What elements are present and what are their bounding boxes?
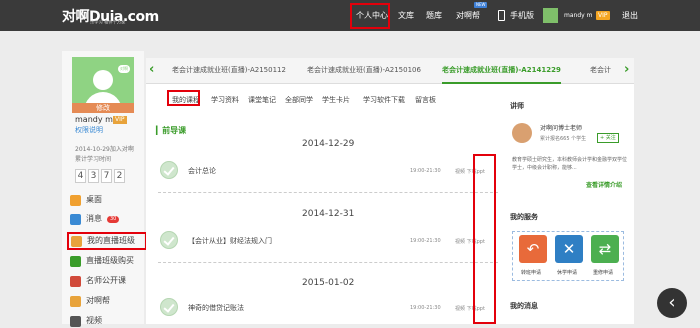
- lesson-title[interactable]: 会计总论: [188, 166, 216, 176]
- help-icon: [70, 295, 81, 307]
- service-label[interactable]: 重修申请: [593, 269, 613, 276]
- chevron-right-icon[interactable]: ›: [624, 62, 629, 77]
- sidebar-item-video[interactable]: 视频: [70, 314, 102, 328]
- chevron-left-icon[interactable]: ‹: [149, 62, 154, 77]
- nav-question-bank[interactable]: 题库: [426, 0, 442, 31]
- lesson-time: 19:00-21:30: [410, 305, 441, 311]
- counter-digit: 7: [101, 169, 112, 183]
- divider: [158, 262, 498, 263]
- vip-badge: VIP: [596, 11, 610, 20]
- lesson-date: 2014-12-31: [302, 209, 355, 219]
- phone-icon: [498, 10, 505, 21]
- sidebar-item-label: 消息: [86, 214, 102, 223]
- subtab-software-download[interactable]: 学习软件下载: [363, 95, 405, 105]
- live-class-icon: [71, 235, 82, 247]
- check-icon: [160, 161, 178, 179]
- counter-digit: 2: [114, 169, 125, 183]
- suspend-icon[interactable]: ✕: [555, 235, 583, 263]
- lesson-date: 2015-01-02: [302, 278, 355, 288]
- join-date: 2014-10-29加入对啊: [75, 146, 134, 153]
- service-label[interactable]: 转班申请: [521, 269, 541, 276]
- tab-class-a2150112[interactable]: 老会计速成就业班(直播)-A2150112: [172, 58, 286, 84]
- buy-icon: [70, 255, 81, 267]
- right-panel: 讲师 对啊问博士老师 累计报名665 个学生 + 关注 教育学硕士研究生，本科教…: [502, 88, 632, 324]
- tab-class-a2150106[interactable]: 老会计速成就业班(直播)-A2150106: [307, 58, 421, 84]
- header-username[interactable]: mandy m: [564, 0, 592, 31]
- sidebar-item-messages[interactable]: 消息 30: [70, 212, 120, 226]
- sidebar-item-label: 直播班级购买: [86, 256, 134, 265]
- avatar-bubble-icon: 对啊: [118, 65, 130, 73]
- subtab-materials[interactable]: 学习资料: [211, 95, 239, 105]
- sidebar-item-desktop[interactable]: 桌面: [70, 193, 102, 207]
- sidebar-item-label: 名师公开课: [86, 276, 126, 285]
- nav-highlight-box: [350, 3, 390, 29]
- sidebar-item-open-class[interactable]: 名师公开课: [70, 274, 126, 288]
- lesson-time: 19:00-21:30: [410, 238, 441, 244]
- tab-class-more[interactable]: 老会计: [590, 58, 611, 84]
- sidebar-username: mandy m: [75, 115, 113, 124]
- lesson-title[interactable]: 【会计从业】财经法规入门: [188, 236, 272, 246]
- chevron-left-icon[interactable]: ‹: [657, 288, 687, 318]
- edit-avatar-button[interactable]: 修改: [72, 103, 134, 113]
- learn-days-label: 累计学习时间: [75, 156, 112, 163]
- sidebar-item-label: 我的直播班级: [87, 236, 135, 245]
- logo-slogan: 乐学习 相伴千万家: [90, 19, 126, 25]
- sidebar-vip-badge: VIP: [113, 116, 127, 124]
- subtab-notes[interactable]: 课堂笔记: [248, 95, 276, 105]
- sidebar-item-my-live-class[interactable]: 我的直播班级: [67, 232, 147, 250]
- transfer-icon[interactable]: ↶: [519, 235, 547, 263]
- left-sidebar: 对啊 修改 mandy m VIP 权限说明 2014-10-29加入对啊 累计…: [62, 51, 147, 327]
- sidebar-item-label: 对啊帮: [86, 296, 110, 305]
- learn-days-counter: 4 3 7 2: [75, 169, 125, 183]
- sidebar-item-duia-help[interactable]: 对啊帮: [70, 294, 110, 308]
- user-avatar[interactable]: [543, 8, 558, 23]
- permission-link[interactable]: 权限说明: [75, 125, 103, 135]
- news-section-title: 我的消息: [510, 302, 538, 310]
- avatar-head-shape: [93, 70, 113, 90]
- class-tab-bar: ‹ 老会计速成就业班(直播)-A2150112 老会计速成就业班(直播)-A21…: [146, 58, 634, 84]
- logout-link[interactable]: 退出: [622, 0, 638, 31]
- services-section-title: 我的服务: [510, 213, 538, 221]
- check-icon: [160, 231, 178, 249]
- counter-digit: 3: [88, 169, 99, 183]
- subtab-message-board[interactable]: 留言板: [415, 95, 436, 105]
- download-links-highlight-box: [473, 154, 496, 324]
- teacher-section-title: 讲师: [510, 102, 524, 110]
- lesson-date: 2014-12-29: [302, 139, 355, 149]
- lesson-time: 19:00-21:30: [410, 168, 441, 174]
- message-icon: [70, 213, 81, 225]
- subtab-student-cards[interactable]: 学生卡片: [322, 95, 350, 105]
- sidebar-item-label: 视频: [86, 316, 102, 325]
- sidebar-item-label: 桌面: [86, 195, 102, 204]
- check-icon: [160, 298, 178, 316]
- subtab-classmates[interactable]: 全部同学: [285, 95, 313, 105]
- top-nav-bar: 对啊Duia.com 乐学习 相伴千万家 个人中心 文库 题库 对啊帮 NEW …: [0, 0, 700, 31]
- sidebar-item-buy-class[interactable]: 直播班级购买: [70, 254, 134, 268]
- divider: [158, 192, 498, 193]
- nav-library[interactable]: 文库: [398, 0, 414, 31]
- video-icon: [70, 315, 81, 327]
- subtab-highlight-box: [167, 90, 200, 106]
- follow-button[interactable]: + 关注: [597, 133, 619, 143]
- teacher-stats: 累计报名665 个学生: [540, 136, 587, 142]
- message-count-badge: 30: [107, 215, 120, 223]
- teacher-more-link[interactable]: 查看详情介绍: [586, 180, 622, 189]
- services-box: ↶ 转班申请 ✕ 休学申请 ⇄ 重修申请: [512, 231, 624, 281]
- desktop-icon: [70, 194, 81, 206]
- service-label[interactable]: 休学申请: [557, 269, 577, 276]
- teacher-avatar[interactable]: [512, 123, 532, 143]
- repeat-icon[interactable]: ⇄: [591, 235, 619, 263]
- lesson-title[interactable]: 神奇的借贷记账法: [188, 303, 244, 313]
- open-class-icon: [70, 275, 81, 287]
- teacher-description: 教育学硕士研究生，本科教师会计学和金融学双学位学士，中级会计职称，能够...: [512, 157, 628, 171]
- new-badge: NEW: [474, 2, 488, 8]
- section-title: ▎前导课: [156, 126, 187, 135]
- lesson-list: ▎前导课 2014-12-29 会计总论 19:00-21:30 视频 下载pp…: [148, 110, 498, 324]
- tab-class-a2141229[interactable]: 老会计速成就业班(直播)-A2141229: [442, 58, 561, 84]
- nav-mobile[interactable]: 手机版: [510, 0, 534, 31]
- teacher-name[interactable]: 对啊问博士老师: [540, 123, 582, 132]
- counter-digit: 4: [75, 169, 86, 183]
